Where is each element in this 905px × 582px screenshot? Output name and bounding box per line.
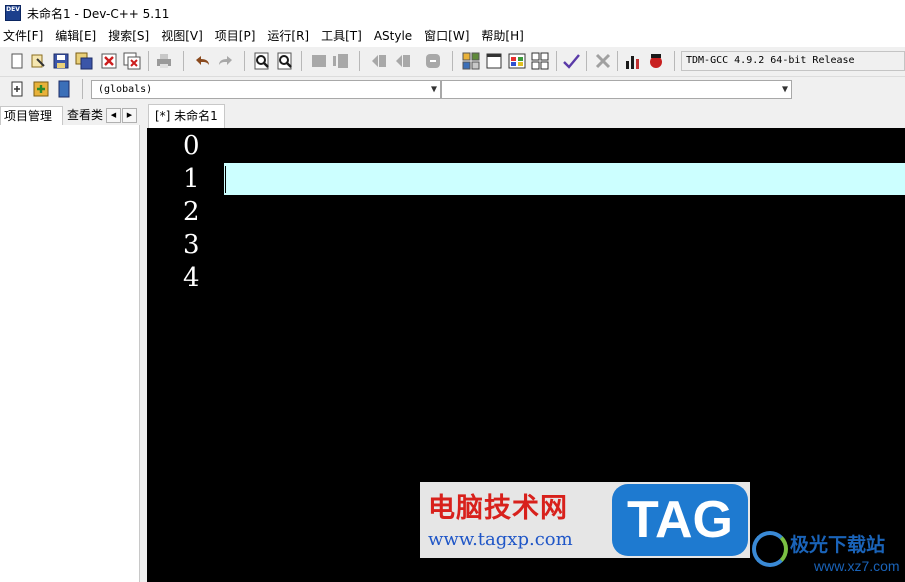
menu-run[interactable]: 运行[R] — [261, 26, 315, 47]
toolbar-separator — [301, 51, 302, 71]
toolbar-separator — [359, 51, 360, 71]
watermark2-site-name: 极光下载站 — [790, 534, 886, 556]
toolbar-separator — [586, 51, 587, 71]
save-icon[interactable] — [52, 52, 70, 70]
watermark2-site-url: www.xz7.com — [814, 558, 900, 574]
watermark-tag-logo: TAG — [612, 484, 748, 556]
line-number: 1 — [183, 164, 200, 194]
delete-icon[interactable] — [594, 52, 612, 70]
current-line-highlight — [224, 163, 905, 195]
menu-file[interactable]: 文件[F] — [0, 26, 49, 47]
menu-project[interactable]: 项目[P] — [209, 26, 262, 47]
devcpp-app-icon: DEV — [5, 5, 21, 21]
tab-class-browser[interactable]: 查看类 — [64, 106, 104, 125]
title-bar: DEV 未命名1 - Dev-C++ 5.11 — [0, 0, 905, 26]
insert-icon[interactable] — [9, 80, 27, 98]
menu-search[interactable]: 搜索[S] — [102, 26, 155, 47]
tab-scroll-right-icon[interactable]: ▶ — [122, 108, 137, 123]
tab-untitled1[interactable]: [*] 未命名1 — [148, 104, 225, 128]
toolbar-separator — [617, 51, 618, 71]
compiler-select[interactable]: TDM-GCC 4.9.2 64-bit Release — [681, 51, 905, 71]
add-to-project-icon[interactable] — [32, 80, 50, 98]
panel-splitter[interactable] — [140, 125, 147, 582]
toolbar-separator — [452, 51, 453, 71]
replace-icon[interactable] — [276, 52, 294, 70]
project-tree-panel[interactable] — [0, 125, 140, 582]
fullscreen-icon[interactable] — [485, 52, 503, 70]
toolbar-separator — [183, 51, 184, 71]
watermark-site-url: www.tagxp.com — [428, 529, 573, 550]
menu-view[interactable]: 视图[V] — [155, 26, 209, 47]
chevron-down-icon: ▼ — [781, 84, 788, 95]
find-next-icon[interactable] — [310, 52, 328, 70]
menu-astyle[interactable]: AStyle — [368, 26, 418, 47]
tab-project-manager[interactable]: 项目管理 — [0, 106, 63, 125]
toggle-grid-icon[interactable] — [462, 52, 480, 70]
save-all-icon[interactable] — [75, 52, 93, 70]
scope-select-value: (globals) — [98, 84, 153, 95]
color-icon[interactable] — [508, 52, 526, 70]
line-number: 2 — [183, 197, 200, 227]
toolbar-separator — [674, 51, 675, 71]
menu-window[interactable]: 窗口[W] — [418, 26, 475, 47]
toolbar-separator — [82, 79, 83, 99]
line-number: 3 — [183, 230, 200, 260]
menu-tools[interactable]: 工具[T] — [315, 26, 368, 47]
menu-help[interactable]: 帮助[H] — [475, 26, 529, 47]
toolbar-separator — [244, 51, 245, 71]
tagxp-watermark: 电脑技术网 www.tagxp.com TAG — [420, 482, 750, 558]
indent-icon[interactable] — [370, 52, 388, 70]
window-title: 未命名1 - Dev-C++ 5.11 — [27, 6, 170, 21]
comment-icon[interactable] — [424, 52, 442, 70]
menu-bar: 文件[F] 编辑[E] 搜索[S] 视图[V] 项目[P] 运行[R] 工具[T… — [0, 26, 905, 47]
chevron-down-icon: ▼ — [430, 84, 437, 95]
unindent-icon[interactable] — [394, 52, 412, 70]
layout-icon[interactable] — [531, 52, 549, 70]
toolbar-separator — [148, 51, 149, 71]
scope-select[interactable]: (globals) ▼ — [91, 80, 441, 99]
bookmark-icon[interactable] — [55, 80, 73, 98]
check-icon[interactable] — [562, 52, 580, 70]
xz7-watermark: 极光下载站 www.xz7.com — [752, 528, 905, 582]
toolbar-separator — [556, 51, 557, 71]
close-icon[interactable] — [100, 52, 118, 70]
tab-scroll-left-icon[interactable]: ◀ — [106, 108, 121, 123]
print-icon[interactable] — [155, 52, 173, 70]
chart-icon[interactable] — [624, 52, 642, 70]
find-icon[interactable] — [253, 52, 271, 70]
editor-tabs: [*] 未命名1 — [147, 104, 905, 128]
new-file-icon[interactable] — [8, 52, 26, 70]
xz7-logo-icon — [752, 531, 788, 567]
redo-icon[interactable] — [217, 52, 235, 70]
open-file-icon[interactable] — [29, 52, 47, 70]
undo-icon[interactable] — [193, 52, 211, 70]
watermark-site-name: 电脑技术网 — [428, 493, 568, 524]
goto-line-icon[interactable] — [332, 52, 350, 70]
line-number: 0 — [183, 131, 200, 161]
symbol-select[interactable]: ▼ — [441, 80, 792, 99]
debug-icon[interactable] — [647, 52, 665, 70]
line-number: 4 — [183, 263, 200, 293]
left-panel-tabs: 项目管理 查看类 ◀ ▶ — [0, 104, 140, 125]
text-caret — [225, 166, 226, 193]
close-all-icon[interactable] — [123, 52, 141, 70]
menu-edit[interactable]: 编辑[E] — [49, 26, 102, 47]
